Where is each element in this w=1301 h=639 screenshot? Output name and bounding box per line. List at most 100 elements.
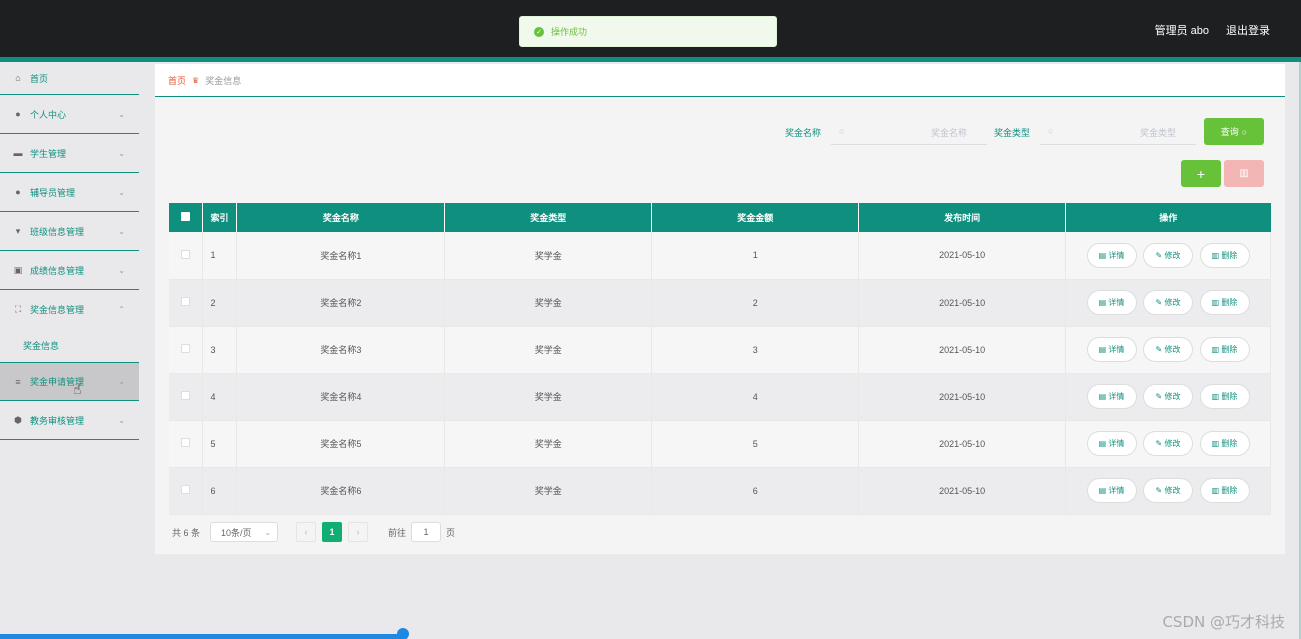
column-header-date: 发布时间 <box>858 203 1067 232</box>
sidebar-item-bonus-applications[interactable]: ≡ 奖金申请管理 ⌄ <box>0 362 139 401</box>
detail-button[interactable]: ▤ 详情 <box>1086 478 1137 503</box>
chevron-down-icon: ⌄ <box>118 265 125 275</box>
row-checkbox[interactable] <box>169 279 204 327</box>
cell-type: 奖学金 <box>444 467 653 515</box>
document-icon: ▤ <box>1098 250 1109 260</box>
cell-actions: ▤ 详情 ✎ 修改 ▥ 删除 <box>1065 420 1271 468</box>
delete-label: 删除 <box>1221 439 1238 448</box>
flag-icon: ▾ <box>15 225 21 236</box>
sidebar-item-classes[interactable]: ▾ 班级信息管理 ⌄ <box>0 212 139 251</box>
edit-button[interactable]: ✎ 修改 <box>1143 478 1194 503</box>
delete-button[interactable]: ▥ 删除 <box>1199 290 1250 315</box>
sidebar-item-home[interactable]: ⌂ 首页 <box>0 62 139 95</box>
edit-button[interactable]: ✎ 修改 <box>1143 337 1194 362</box>
breadcrumb-separator-icon: ♛ <box>192 75 200 85</box>
pagination: 共 6 条 10条/页 ⌄ ‹ 1 › 前往 1 页 <box>172 522 455 542</box>
next-page-button[interactable]: › <box>348 522 369 542</box>
chevron-down-icon: ⌄ <box>118 187 125 197</box>
trash-icon: ▥ <box>1211 298 1222 307</box>
edit-button[interactable]: ✎ 修改 <box>1143 431 1194 456</box>
trash-icon: ▥ <box>1211 250 1222 260</box>
toast-message: 操作成功 <box>551 27 588 37</box>
sidebar-item-students[interactable]: ▬ 学生管理 ⌄ <box>0 134 139 173</box>
page-size-select[interactable]: 10条/页 ⌄ <box>210 522 279 542</box>
cell-type: 奖学金 <box>444 232 653 280</box>
table-row: 2 奖金名称2 奖学金 2 2021-05-10 ▤ 详情 ✎ 修改 ▥ 删除 <box>169 279 1271 327</box>
bonus-type-placeholder: 奖金类型 <box>1139 128 1176 138</box>
sidebar-item-academic-review[interactable]: ⬢ 教务审核管理 ⌄ <box>0 401 139 440</box>
bonus-type-input[interactable]: ○ 奖金类型 <box>1040 118 1196 145</box>
table-row: 5 奖金名称5 奖学金 5 2021-05-10 ▤ 详情 ✎ 修改 ▥ 删除 <box>169 420 1271 468</box>
table-row: 4 奖金名称4 奖学金 4 2021-05-10 ▤ 详情 ✎ 修改 ▥ 删除 <box>169 373 1271 421</box>
trash-icon: ▥ <box>1211 345 1222 354</box>
breadcrumb-home[interactable]: 首页 <box>168 74 186 87</box>
chevron-down-icon: ⌄ <box>118 377 125 386</box>
delete-button[interactable]: ▥ 删除 <box>1199 242 1250 268</box>
document-icon: ▤ <box>1098 486 1109 495</box>
total-count: 共 6 条 <box>172 527 201 538</box>
bonus-table: 索引 奖金名称 奖金类型 奖金金额 发布时间 操作 1 奖金名称1 奖学金 1 … <box>169 203 1271 515</box>
column-header-name: 奖金名称 <box>236 203 446 232</box>
edit-icon: ✎ <box>1155 392 1165 401</box>
edit-button[interactable]: ✎ 修改 <box>1143 242 1194 268</box>
delete-button[interactable]: ▥ 删除 <box>1199 337 1250 362</box>
progress-handle[interactable] <box>397 628 409 639</box>
trash-icon: ▥ <box>1239 168 1249 179</box>
delete-label: 删除 <box>1221 250 1238 260</box>
logout-link[interactable]: 退出登录 <box>1226 22 1270 38</box>
sidebar-item-bonus-info[interactable]: ⛶ 奖金信息管理 ⌃ <box>0 290 139 329</box>
sidebar-item-label: 辅导员管理 <box>30 187 76 198</box>
detail-button[interactable]: ▤ 详情 <box>1086 242 1137 268</box>
detail-button[interactable]: ▤ 详情 <box>1086 384 1137 409</box>
cell-type: 奖学金 <box>444 279 653 327</box>
cell-name: 奖金名称5 <box>236 420 446 468</box>
edit-label: 修改 <box>1164 250 1181 260</box>
edit-button[interactable]: ✎ 修改 <box>1143 384 1194 409</box>
delete-label: 删除 <box>1221 392 1238 401</box>
sidebar-item-label: 成绩信息管理 <box>30 265 85 276</box>
row-checkbox[interactable] <box>169 467 204 515</box>
edit-icon: ✎ <box>1155 345 1165 354</box>
cell-type: 奖学金 <box>444 420 653 468</box>
row-checkbox[interactable] <box>169 232 204 280</box>
sidebar-item-label: 班级信息管理 <box>30 226 85 237</box>
detail-label: 详情 <box>1108 250 1125 260</box>
home-icon: ⌂ <box>15 73 21 83</box>
edit-button[interactable]: ✎ 修改 <box>1143 290 1194 315</box>
main-content: 首页 ♛ 奖金信息 奖金名称 ○ 奖金名称 奖金类型 ○ 奖金类型 查询 ○ +… <box>155 64 1285 554</box>
cell-date: 2021-05-10 <box>858 420 1067 468</box>
page-number-current[interactable]: 1 <box>322 522 343 542</box>
sidebar-item-grades[interactable]: ▣ 成绩信息管理 ⌄ <box>0 251 139 290</box>
detail-button[interactable]: ▤ 详情 <box>1086 290 1137 315</box>
sidebar-item-profile[interactable]: ● 个人中心 ⌄ <box>0 95 139 134</box>
delete-button[interactable]: ▥ 删除 <box>1199 478 1250 503</box>
detail-button[interactable]: ▤ 详情 <box>1086 337 1137 362</box>
trash-icon: ▥ <box>1211 486 1222 495</box>
chevron-down-icon: ⌄ <box>264 527 272 537</box>
column-header-amount: 奖金金额 <box>651 203 860 232</box>
submenu-item-bonus-info[interactable]: 奖金信息 <box>0 329 139 362</box>
cell-index: 1 <box>202 232 238 280</box>
batch-delete-button[interactable]: ▥ <box>1224 160 1264 187</box>
edit-icon: ✎ <box>1155 486 1165 495</box>
bonus-name-input[interactable]: ○ 奖金名称 <box>831 118 987 145</box>
delete-button[interactable]: ▥ 删除 <box>1199 384 1250 409</box>
hand-cursor-icon: ☝ <box>73 381 82 397</box>
select-all-checkbox[interactable] <box>169 203 204 232</box>
row-checkbox[interactable] <box>169 373 204 421</box>
prev-page-button[interactable]: ‹ <box>296 522 317 542</box>
detail-button[interactable]: ▤ 详情 <box>1086 431 1137 456</box>
delete-button[interactable]: ▥ 删除 <box>1199 431 1250 456</box>
row-checkbox[interactable] <box>169 326 204 374</box>
row-checkbox[interactable] <box>169 420 204 468</box>
sidebar-item-label: 奖金信息管理 <box>30 305 85 315</box>
add-button[interactable]: + <box>1181 160 1221 187</box>
submenu-item-label: 奖金信息 <box>23 341 60 351</box>
cell-index: 5 <box>202 420 238 468</box>
goto-page-input[interactable]: 1 <box>411 522 442 542</box>
trash-icon: ▥ <box>1211 439 1222 448</box>
sidebar-item-counselors[interactable]: ● 辅导员管理 ⌄ <box>0 173 139 212</box>
table-row: 6 奖金名称6 奖学金 6 2021-05-10 ▤ 详情 ✎ 修改 ▥ 删除 <box>169 467 1271 515</box>
chevron-down-icon: ⌄ <box>118 226 125 236</box>
query-button[interactable]: 查询 ○ <box>1204 118 1264 145</box>
